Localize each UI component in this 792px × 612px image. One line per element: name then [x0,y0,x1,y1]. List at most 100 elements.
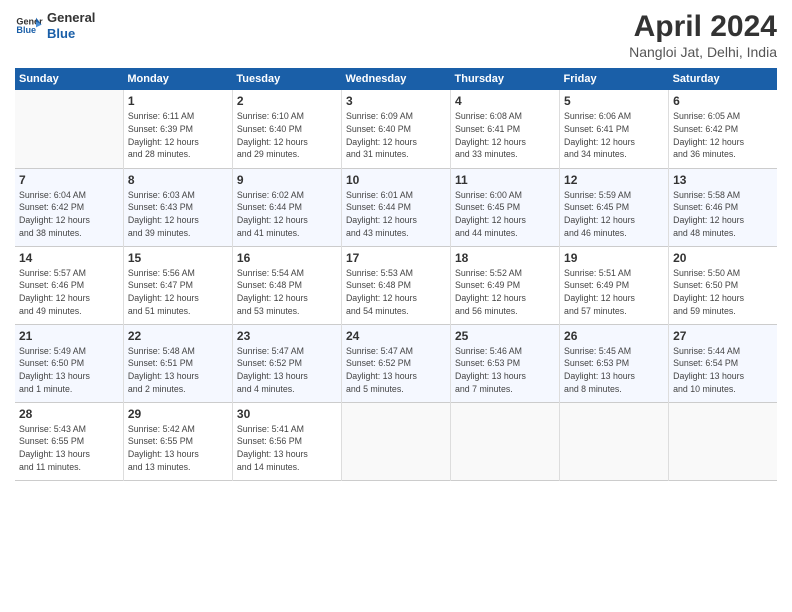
page-container: General Blue General Blue April 2024 Nan… [0,0,792,491]
calendar-cell: 15 Sunrise: 5:56 AM Sunset: 6:47 PM Dayli… [123,246,232,324]
weekday-header-friday: Friday [560,68,669,90]
day-info: Sunrise: 5:59 AM Sunset: 6:45 PM Dayligh… [564,189,664,240]
day-info: Sunrise: 6:00 AM Sunset: 6:45 PM Dayligh… [455,189,555,240]
calendar-cell: 12 Sunrise: 5:59 AM Sunset: 6:45 PM Dayli… [560,168,669,246]
calendar-cell: 21Sunrise: 5:49 AM Sunset: 6:50 PM Dayli… [15,324,123,402]
day-info: Sunrise: 5:45 AM Sunset: 6:53 PM Dayligh… [564,345,664,396]
day-info: Sunrise: 6:08 AM Sunset: 6:41 PM Dayligh… [455,110,555,161]
title-area: April 2024 Nangloi Jat, Delhi, India [629,10,777,60]
calendar-table: SundayMondayTuesdayWednesdayThursdayFrid… [15,68,777,481]
day-number: 2 [237,94,337,108]
calendar-week-row: 21Sunrise: 5:49 AM Sunset: 6:50 PM Dayli… [15,324,777,402]
weekday-header-saturday: Saturday [669,68,777,90]
calendar-cell: 17 Sunrise: 5:53 AM Sunset: 6:48 PM Dayli… [341,246,450,324]
day-number: 14 [19,251,119,265]
calendar-cell: 18 Sunrise: 5:52 AM Sunset: 6:49 PM Dayli… [451,246,560,324]
day-number: 17 [346,251,446,265]
calendar-cell [560,402,669,480]
calendar-cell: 23 Sunrise: 5:47 AM Sunset: 6:52 PM Dayli… [232,324,341,402]
day-number: 11 [455,173,555,187]
day-info: Sunrise: 5:52 AM Sunset: 6:49 PM Dayligh… [455,267,555,318]
day-number: 20 [673,251,773,265]
logo-text: General Blue [47,10,95,41]
day-number: 12 [564,173,664,187]
calendar-cell: 27 Sunrise: 5:44 AM Sunset: 6:54 PM Dayli… [669,324,777,402]
calendar-cell [669,402,777,480]
day-info: Sunrise: 5:53 AM Sunset: 6:48 PM Dayligh… [346,267,446,318]
day-info: Sunrise: 5:56 AM Sunset: 6:47 PM Dayligh… [128,267,228,318]
calendar-cell: 22 Sunrise: 5:48 AM Sunset: 6:51 PM Dayli… [123,324,232,402]
header: General Blue General Blue April 2024 Nan… [15,10,777,60]
day-number: 4 [455,94,555,108]
day-info: Sunrise: 5:50 AM Sunset: 6:50 PM Dayligh… [673,267,773,318]
day-number: 28 [19,407,119,421]
calendar-cell: 2Sunrise: 6:10 AM Sunset: 6:40 PM Daylig… [232,90,341,168]
day-info: Sunrise: 6:01 AM Sunset: 6:44 PM Dayligh… [346,189,446,240]
day-number: 23 [237,329,337,343]
calendar-week-row: 1 Sunrise: 6:11 AM Sunset: 6:39 PM Daylig… [15,90,777,168]
day-number: 1 [128,94,228,108]
day-info: Sunrise: 6:05 AM Sunset: 6:42 PM Dayligh… [673,110,773,161]
calendar-cell: 10 Sunrise: 6:01 AM Sunset: 6:44 PM Dayli… [341,168,450,246]
calendar-week-row: 7 Sunrise: 6:04 AM Sunset: 6:42 PM Daylig… [15,168,777,246]
day-info: Sunrise: 5:49 AM Sunset: 6:50 PM Dayligh… [19,345,119,396]
day-info: Sunrise: 6:06 AM Sunset: 6:41 PM Dayligh… [564,110,664,161]
day-info: Sunrise: 5:48 AM Sunset: 6:51 PM Dayligh… [128,345,228,396]
day-number: 18 [455,251,555,265]
weekday-header-tuesday: Tuesday [232,68,341,90]
calendar-cell: 3 Sunrise: 6:09 AM Sunset: 6:40 PM Daylig… [341,90,450,168]
weekday-header-monday: Monday [123,68,232,90]
calendar-cell: 11 Sunrise: 6:00 AM Sunset: 6:45 PM Dayli… [451,168,560,246]
day-number: 10 [346,173,446,187]
day-number: 8 [128,173,228,187]
calendar-cell: 26 Sunrise: 5:45 AM Sunset: 6:53 PM Dayli… [560,324,669,402]
calendar-week-row: 28Sunrise: 5:43 AM Sunset: 6:55 PM Dayli… [15,402,777,480]
day-info: Sunrise: 5:51 AM Sunset: 6:49 PM Dayligh… [564,267,664,318]
logo-icon: General Blue [15,12,43,40]
calendar-cell: 4 Sunrise: 6:08 AM Sunset: 6:41 PM Daylig… [451,90,560,168]
day-info: Sunrise: 5:41 AM Sunset: 6:56 PM Dayligh… [237,423,337,474]
day-info: Sunrise: 6:09 AM Sunset: 6:40 PM Dayligh… [346,110,446,161]
day-info: Sunrise: 5:47 AM Sunset: 6:52 PM Dayligh… [346,345,446,396]
day-number: 29 [128,407,228,421]
month-title: April 2024 [629,10,777,44]
day-number: 22 [128,329,228,343]
weekday-header-row: SundayMondayTuesdayWednesdayThursdayFrid… [15,68,777,90]
day-info: Sunrise: 5:42 AM Sunset: 6:55 PM Dayligh… [128,423,228,474]
day-info: Sunrise: 5:54 AM Sunset: 6:48 PM Dayligh… [237,267,337,318]
day-number: 19 [564,251,664,265]
calendar-cell: 7 Sunrise: 6:04 AM Sunset: 6:42 PM Daylig… [15,168,123,246]
day-number: 7 [19,173,119,187]
day-number: 6 [673,94,773,108]
day-number: 15 [128,251,228,265]
day-number: 3 [346,94,446,108]
svg-text:Blue: Blue [16,25,36,35]
day-info: Sunrise: 6:11 AM Sunset: 6:39 PM Dayligh… [128,110,228,161]
day-number: 5 [564,94,664,108]
day-number: 27 [673,329,773,343]
day-info: Sunrise: 6:04 AM Sunset: 6:42 PM Dayligh… [19,189,119,240]
day-info: Sunrise: 5:57 AM Sunset: 6:46 PM Dayligh… [19,267,119,318]
calendar-cell: 14 Sunrise: 5:57 AM Sunset: 6:46 PM Dayli… [15,246,123,324]
calendar-cell: 24 Sunrise: 5:47 AM Sunset: 6:52 PM Dayli… [341,324,450,402]
calendar-cell: 19 Sunrise: 5:51 AM Sunset: 6:49 PM Dayli… [560,246,669,324]
calendar-cell: 13 Sunrise: 5:58 AM Sunset: 6:46 PM Dayli… [669,168,777,246]
day-info: Sunrise: 6:03 AM Sunset: 6:43 PM Dayligh… [128,189,228,240]
weekday-header-thursday: Thursday [451,68,560,90]
day-number: 24 [346,329,446,343]
calendar-cell: 28Sunrise: 5:43 AM Sunset: 6:55 PM Dayli… [15,402,123,480]
day-number: 25 [455,329,555,343]
calendar-cell: 25Sunrise: 5:46 AM Sunset: 6:53 PM Dayli… [451,324,560,402]
day-number: 26 [564,329,664,343]
location-subtitle: Nangloi Jat, Delhi, India [629,44,777,60]
calendar-cell: 5 Sunrise: 6:06 AM Sunset: 6:41 PM Daylig… [560,90,669,168]
calendar-week-row: 14 Sunrise: 5:57 AM Sunset: 6:46 PM Dayli… [15,246,777,324]
day-info: Sunrise: 5:44 AM Sunset: 6:54 PM Dayligh… [673,345,773,396]
day-number: 9 [237,173,337,187]
calendar-cell: 20 Sunrise: 5:50 AM Sunset: 6:50 PM Dayli… [669,246,777,324]
day-info: Sunrise: 5:47 AM Sunset: 6:52 PM Dayligh… [237,345,337,396]
day-number: 13 [673,173,773,187]
day-info: Sunrise: 5:58 AM Sunset: 6:46 PM Dayligh… [673,189,773,240]
calendar-cell [451,402,560,480]
weekday-header-wednesday: Wednesday [341,68,450,90]
